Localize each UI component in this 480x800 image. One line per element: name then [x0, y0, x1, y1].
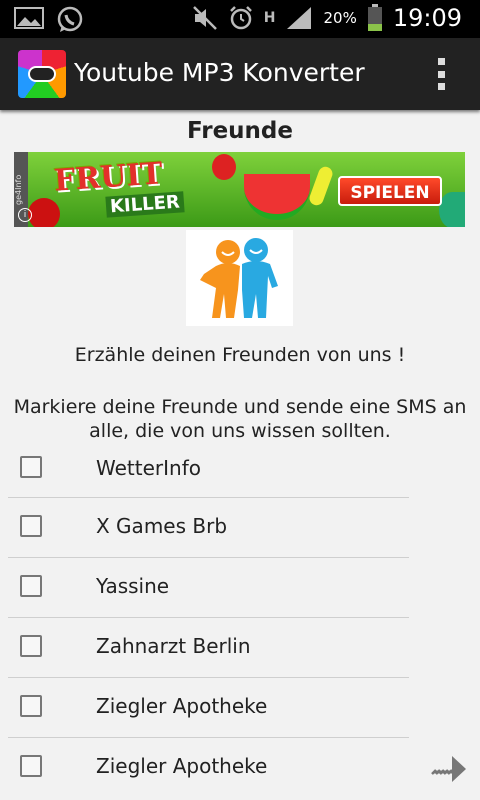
list-item[interactable]: Ziegler Apotheke	[8, 738, 409, 797]
page-title: Freunde	[187, 118, 293, 144]
battery-icon	[367, 4, 382, 31]
overflow-menu-icon[interactable]	[438, 58, 446, 90]
contact-checkbox[interactable]	[20, 515, 42, 537]
friends-logo	[186, 230, 293, 326]
clock: 19:09	[392, 4, 462, 32]
watermelon-graphic	[244, 174, 310, 220]
watermelon-graphic	[439, 192, 465, 227]
network-type: H	[263, 10, 276, 26]
contact-checkbox[interactable]	[20, 755, 42, 777]
instructions-text: Markiere deine Freunde und sende eine SM…	[13, 396, 467, 442]
ad-game-title: FRUIT	[52, 156, 164, 199]
contact-name: Ziegler Apotheke	[96, 694, 268, 718]
arrow-right-icon	[431, 756, 466, 782]
contact-checkbox[interactable]	[20, 575, 42, 597]
contact-name: Zahnarzt Berlin	[96, 634, 251, 658]
list-item[interactable]: Zahnarzt Berlin	[8, 618, 409, 678]
list-item[interactable]: Ziegler Apotheke	[8, 678, 409, 738]
contact-name: Ziegler Apotheke	[96, 754, 268, 778]
contact-name: X Games Brb	[96, 514, 228, 538]
ad-game-subtitle: KILLER	[105, 191, 185, 218]
send-arrow-button[interactable]	[430, 748, 470, 788]
action-bar: Youtube MP3 Konverter	[0, 38, 480, 110]
contact-checkbox[interactable]	[20, 456, 42, 478]
system-icons: H 20% 19:09	[192, 4, 462, 32]
contact-list: WetterInfo X Games Brb Yassine Zahnarzt …	[8, 452, 409, 797]
status-bar: H 20% 19:09	[0, 0, 480, 38]
banana-graphic	[307, 164, 335, 208]
ad-banner[interactable]: ge4Info FRUIT KILLER SPIELEN i	[14, 152, 465, 227]
apple-graphic	[28, 198, 60, 227]
contact-checkbox[interactable]	[20, 635, 42, 657]
gallery-icon	[14, 7, 44, 29]
whatsapp-icon	[57, 6, 83, 32]
notification-icons	[14, 6, 84, 34]
intro-text: Erzähle deinen Freunden von uns !	[74, 344, 406, 366]
contact-name: WetterInfo	[96, 456, 201, 480]
list-item[interactable]: WetterInfo	[8, 452, 409, 498]
ad-play-button[interactable]: SPIELEN	[338, 176, 442, 206]
mute-icon	[192, 6, 217, 30]
contact-name: Yassine	[96, 574, 170, 598]
signal-icon	[287, 7, 312, 29]
app-title: Youtube MP3 Konverter	[74, 58, 365, 87]
ad-info-icon[interactable]: i	[18, 208, 32, 222]
app-icon[interactable]	[18, 50, 66, 98]
list-item[interactable]: Yassine	[8, 558, 409, 618]
alarm-icon	[229, 6, 252, 30]
contact-checkbox[interactable]	[20, 695, 42, 717]
list-item[interactable]: X Games Brb	[8, 498, 409, 558]
strawberry-graphic	[212, 154, 236, 180]
battery-percent: 20%	[323, 9, 357, 27]
